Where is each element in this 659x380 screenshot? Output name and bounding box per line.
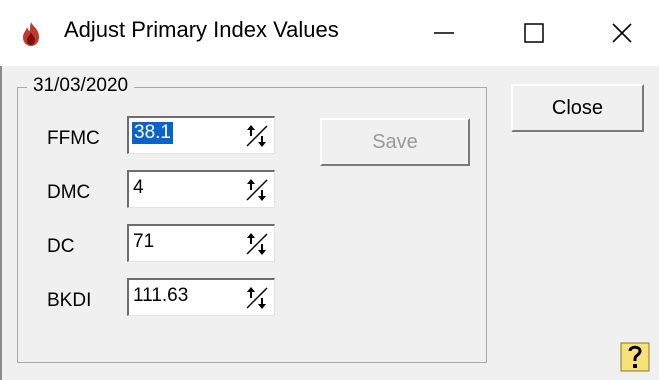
dc-value[interactable]: 71 [133, 231, 154, 253]
close-button[interactable]: Close [511, 84, 644, 132]
spin-arrows-icon[interactable] [244, 123, 270, 149]
adjust-index-dialog: Adjust Primary Index Values 31/03/2020 F… [0, 0, 659, 380]
spin-arrows-icon[interactable] [244, 177, 270, 203]
bkdi-spin-input[interactable]: 111.63 [127, 278, 275, 316]
bkdi-value[interactable]: 111.63 [133, 285, 188, 307]
close-window-button[interactable] [585, 0, 659, 66]
dmc-spin-input[interactable]: 4 [127, 170, 275, 208]
group-date-label: 31/03/2020 [27, 75, 135, 97]
maximize-button[interactable] [495, 0, 573, 66]
spin-arrows-icon[interactable] [244, 285, 270, 311]
ffmc-value[interactable]: 38.1 [132, 122, 173, 144]
window-border [0, 66, 2, 380]
window-title: Adjust Primary Index Values [64, 17, 339, 42]
ffmc-label: FFMC [47, 128, 100, 149]
dc-label: DC [47, 236, 75, 257]
flame-icon [23, 22, 39, 46]
close-icon [612, 23, 632, 43]
maximize-icon [524, 23, 544, 43]
dmc-value[interactable]: 4 [133, 177, 144, 199]
save-button[interactable]: Save [320, 118, 470, 166]
bkdi-label: BKDI [47, 290, 92, 311]
title-bar[interactable]: Adjust Primary Index Values [0, 0, 659, 66]
dmc-label: DMC [47, 182, 91, 203]
ffmc-spin-input[interactable]: 38.1 [127, 116, 275, 154]
minimize-icon [434, 32, 454, 34]
spin-arrows-icon[interactable] [244, 231, 270, 257]
dc-spin-input[interactable]: 71 [127, 224, 275, 262]
minimize-button[interactable] [405, 0, 483, 66]
help-question-icon[interactable] [618, 340, 652, 374]
